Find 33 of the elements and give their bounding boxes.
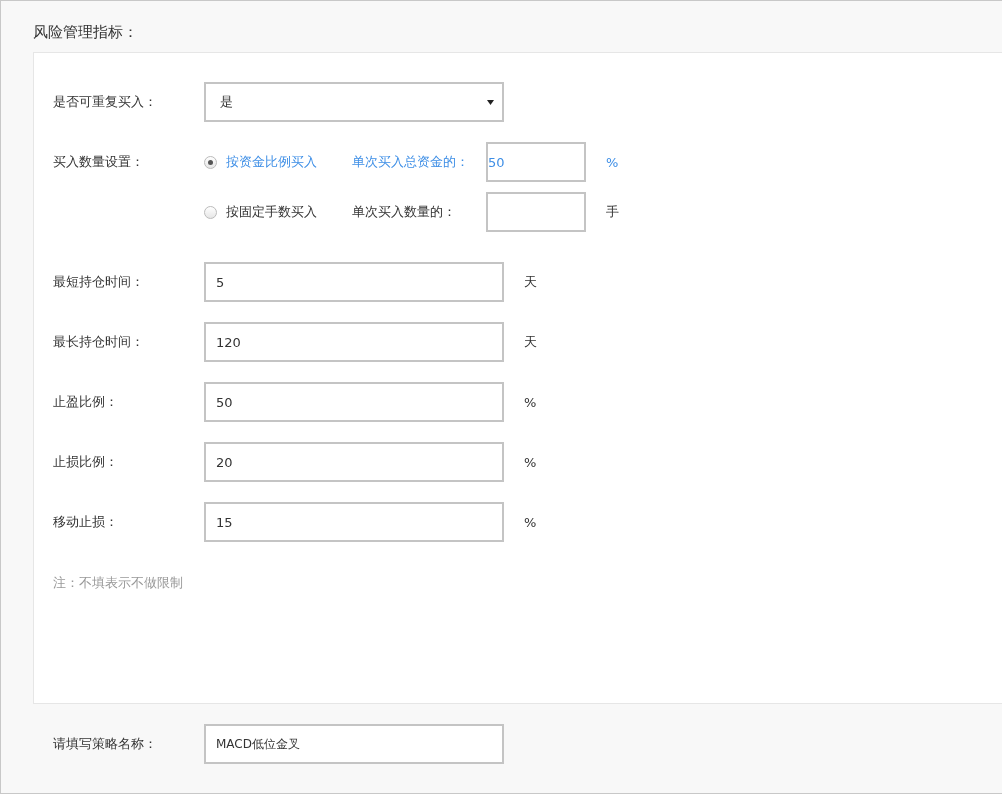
input-field[interactable]	[486, 192, 586, 232]
radio-button[interactable]	[204, 155, 217, 169]
field-label: 是否可重复买入：	[53, 93, 158, 111]
input-field[interactable]: 5	[204, 262, 504, 302]
unit-label: 天	[524, 273, 537, 291]
field-label: 请填写策略名称：	[53, 735, 158, 753]
input-field[interactable]: 50	[204, 382, 504, 422]
unit-label: %	[524, 514, 537, 530]
field-label: 止损比例：	[53, 453, 119, 471]
input-field[interactable]: 50	[486, 142, 586, 182]
field-label: 单次买入总资金的：	[352, 153, 470, 171]
field-label: 最短持仓时间：	[53, 273, 145, 291]
field-label: 止盈比例：	[53, 393, 119, 411]
radio-label[interactable]: 按资金比例买入	[226, 153, 352, 171]
unit-label: %	[524, 394, 537, 410]
unit-label: %	[524, 454, 537, 470]
section-title: 风险管理指标：	[33, 22, 138, 43]
field-label: 移动止损：	[53, 513, 119, 531]
radio-label[interactable]: 按固定手数买入	[226, 203, 352, 221]
unit-label: 天	[524, 333, 537, 351]
field-label: 最长持仓时间：	[53, 333, 145, 351]
unit-label: 手	[606, 203, 619, 221]
note-text: 注：不填表示不做限制	[53, 574, 184, 592]
dropdown[interactable]: 是	[204, 82, 504, 122]
input-field[interactable]: MACD低位金叉	[204, 724, 504, 764]
field-label: 单次买入数量的：	[352, 203, 457, 221]
input-field[interactable]: 20	[204, 442, 504, 482]
unit-label: %	[606, 154, 619, 170]
field-label: 买入数量设置：	[53, 153, 145, 171]
input-field[interactable]: 120	[204, 322, 504, 362]
caret-icon	[487, 99, 494, 105]
radio-button[interactable]	[204, 205, 217, 219]
input-field[interactable]: 15	[204, 502, 504, 542]
